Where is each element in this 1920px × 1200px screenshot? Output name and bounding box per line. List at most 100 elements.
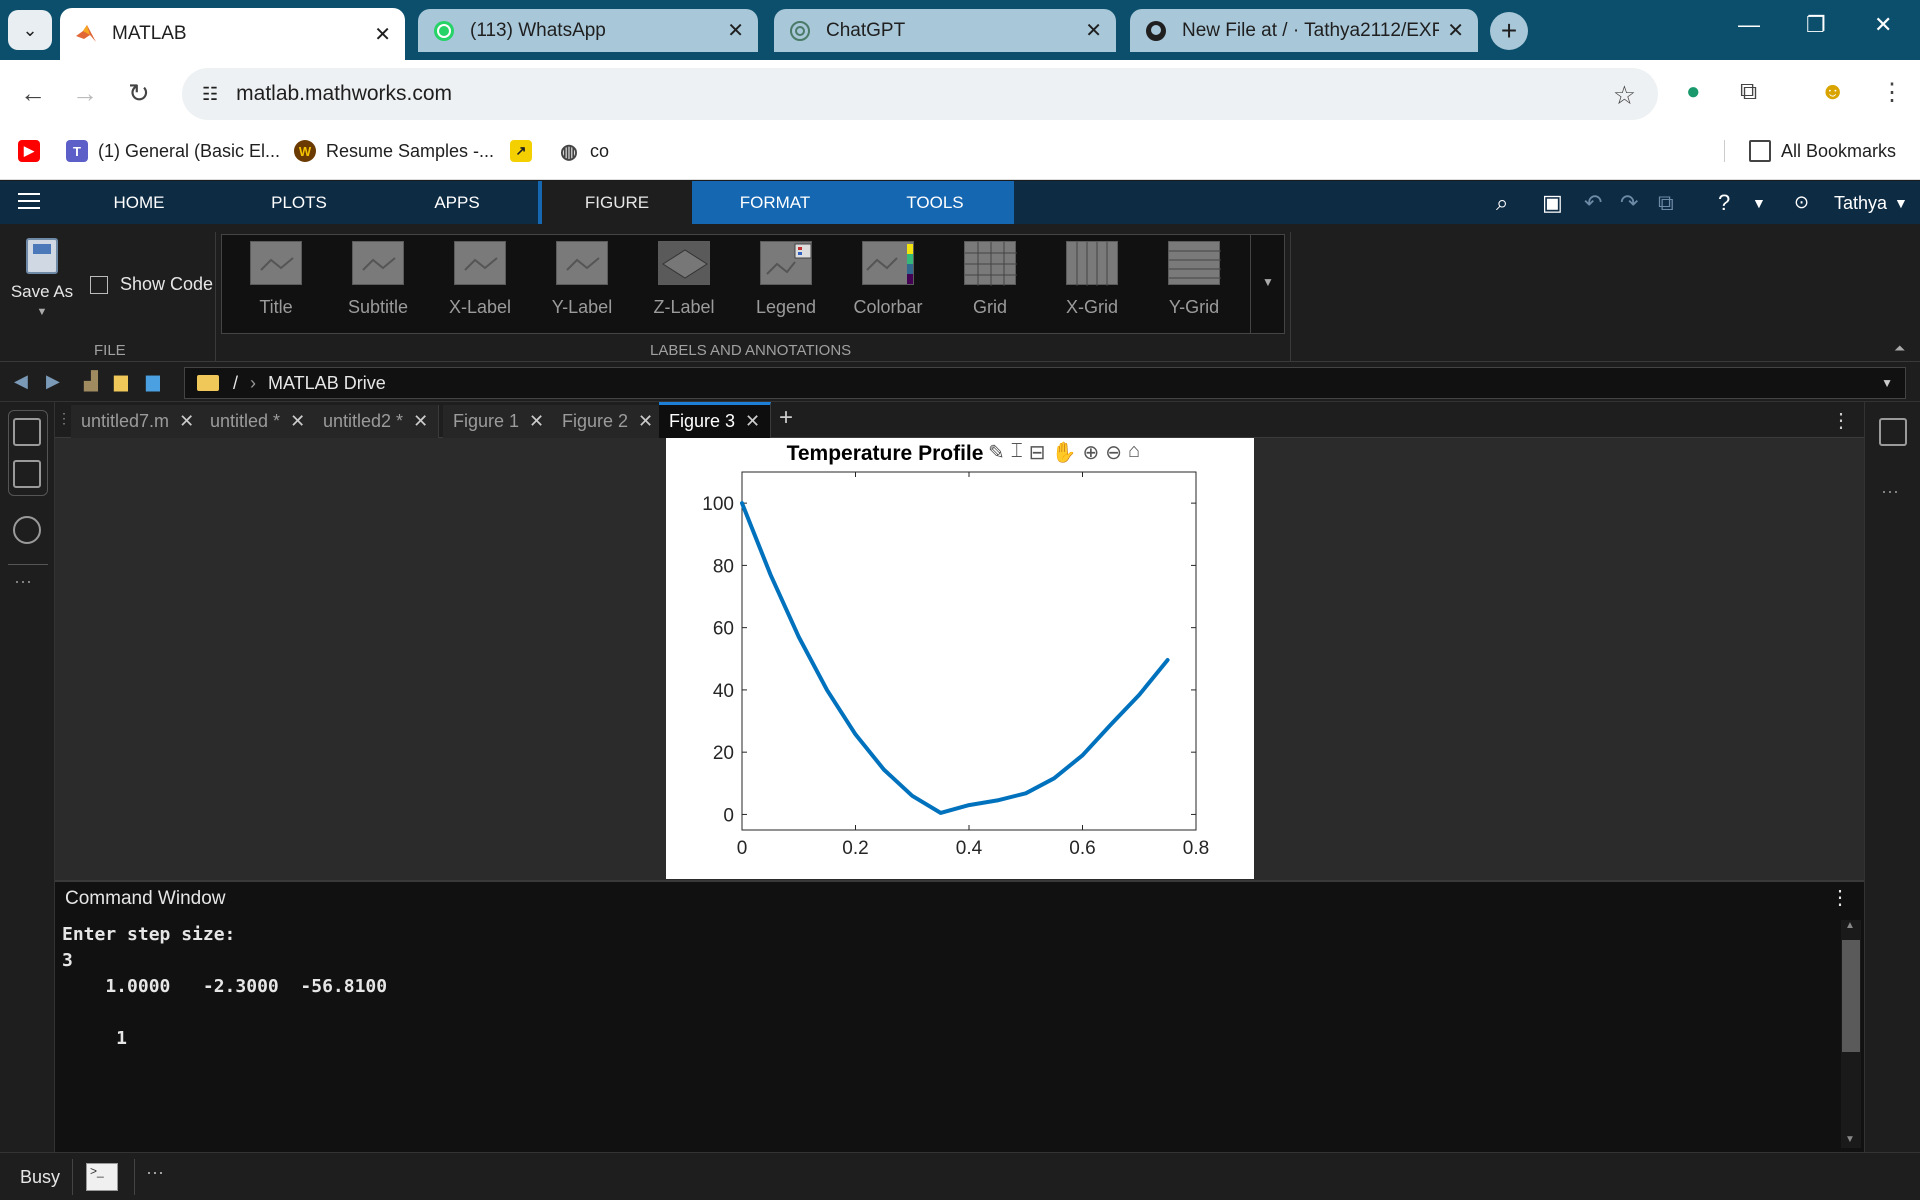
doc-tab-figure1[interactable]: Figure 1 ✕ xyxy=(443,405,556,438)
gallery-expand-icon[interactable]: ▼ xyxy=(1262,275,1274,289)
browser-tab-github[interactable]: New File at / · Tathya2112/EXP1 ✕ xyxy=(1130,9,1478,52)
gallery-xlabel[interactable]: X-Label xyxy=(432,241,528,318)
close-icon[interactable]: ✕ xyxy=(290,411,305,432)
save-icon[interactable]: ▣ xyxy=(1542,190,1563,216)
find-files-icon[interactable] xyxy=(13,516,41,544)
browser-tab-chatgpt[interactable]: ChatGPT ✕ xyxy=(774,9,1116,52)
all-bookmarks[interactable]: All Bookmarks xyxy=(1724,140,1896,162)
hamburger-menu-icon[interactable] xyxy=(18,193,40,211)
gallery-legend[interactable]: Legend xyxy=(738,241,834,318)
gallery-title[interactable]: Title xyxy=(228,241,324,318)
close-icon[interactable]: ✕ xyxy=(179,411,194,432)
reload-icon[interactable]: ↻ xyxy=(128,78,150,109)
close-icon[interactable]: ✕ xyxy=(638,411,653,432)
bookmark-teams[interactable]: T (1) General (Basic El... xyxy=(66,140,280,162)
more-vertical-icon[interactable]: ⋮ xyxy=(1880,78,1904,107)
bookmark-arrow[interactable]: ↗ xyxy=(510,140,542,162)
extensions-icon[interactable]: ⧉ xyxy=(1740,78,1757,106)
tab-search-button[interactable]: ⌄ xyxy=(8,10,52,50)
command-window[interactable] xyxy=(55,916,1864,1152)
profile-avatar[interactable]: ☻ xyxy=(1820,78,1845,106)
drag-handle-icon[interactable]: ⋮ xyxy=(57,410,71,427)
new-tab-button[interactable]: + xyxy=(1490,12,1528,50)
help-icon[interactable]: ? xyxy=(1718,190,1730,216)
path-folder[interactable]: MATLAB Drive xyxy=(268,373,386,394)
browse-folder-icon[interactable]: ▆ xyxy=(114,371,128,392)
close-window-icon[interactable]: ✕ xyxy=(1874,12,1892,38)
restore-icon[interactable]: ❐ xyxy=(1806,12,1826,38)
chevron-down-icon[interactable]: ▼ xyxy=(1894,195,1908,211)
doc-tab-figure2[interactable]: Figure 2 ✕ xyxy=(552,405,665,438)
brush-icon[interactable]: ✎ xyxy=(988,440,1005,465)
home-icon[interactable]: ⌂ xyxy=(1128,440,1140,465)
code-issues-icon[interactable] xyxy=(1879,418,1907,446)
save-as-button[interactable]: Save As ▼ xyxy=(10,238,74,318)
grammarly-icon[interactable]: ● xyxy=(1686,78,1701,106)
bookmark-star-icon[interactable]: ☆ xyxy=(1613,80,1636,111)
chevron-down-icon[interactable]: ▼ xyxy=(1881,376,1893,390)
undo-icon[interactable]: ↶ xyxy=(1584,190,1602,216)
files-icon[interactable] xyxy=(13,418,41,446)
data-tips-icon[interactable]: ⌶ xyxy=(1011,440,1023,465)
gallery-ylabel[interactable]: Y-Label xyxy=(534,241,630,318)
more-vertical-icon[interactable]: ⋮ xyxy=(1830,885,1850,910)
gallery-grid[interactable]: Grid xyxy=(942,241,1038,318)
gallery-colorbar[interactable]: Colorbar xyxy=(840,241,936,318)
pan-hand-icon[interactable]: ✋ xyxy=(1052,440,1077,465)
scroll-up-icon[interactable]: ▲ xyxy=(1845,920,1855,931)
path-root[interactable]: / xyxy=(233,373,238,394)
path-field[interactable]: / › MATLAB Drive ▼ xyxy=(184,367,1906,399)
bookmark-co[interactable]: ◍ co xyxy=(558,140,609,163)
chevron-down-icon[interactable]: ▼ xyxy=(1752,195,1766,211)
more-vertical-icon[interactable]: ⋮ xyxy=(1831,408,1851,433)
command-prompt-icon[interactable]: >_ xyxy=(86,1163,118,1191)
close-icon[interactable]: ✕ xyxy=(529,411,544,432)
close-icon[interactable]: ✕ xyxy=(1447,18,1464,43)
doc-tab-untitled[interactable]: untitled * ✕ xyxy=(200,405,317,438)
notification-icon[interactable]: ⊙ xyxy=(1794,192,1809,213)
doc-tab-untitled7[interactable]: untitled7.m ✕ xyxy=(71,405,206,438)
window-layout-icon[interactable]: ⧉ xyxy=(1658,190,1674,216)
up-folder-icon[interactable]: ▟ xyxy=(84,371,98,392)
close-icon[interactable]: ✕ xyxy=(413,411,428,432)
temperature-chart[interactable]: Temperature Profile 0 0.2 0.4 0.6 0.8 0 20 40 60 8… xyxy=(666,438,1254,879)
site-settings-icon[interactable]: ☷ xyxy=(202,84,218,105)
show-code-checkbox[interactable]: Show Code xyxy=(90,274,213,295)
close-icon[interactable]: ✕ xyxy=(374,22,391,47)
more-horizontal-icon[interactable]: ⋯ xyxy=(14,572,32,593)
gallery-zlabel[interactable]: Z-Label xyxy=(636,241,732,318)
gallery-subtitle[interactable]: Subtitle xyxy=(330,241,426,318)
doc-tab-untitled2[interactable]: untitled2 * ✕ xyxy=(313,405,440,438)
tab-home[interactable]: HOME xyxy=(96,181,182,224)
cloud-folder-icon[interactable]: ▆ xyxy=(146,371,160,392)
workspace-icon[interactable] xyxy=(13,460,41,488)
add-tab-icon[interactable]: + xyxy=(779,404,793,432)
scrollbar-thumb[interactable] xyxy=(1842,940,1860,1052)
browser-tab-matlab[interactable]: MATLAB ✕ xyxy=(60,8,405,60)
tab-plots[interactable]: PLOTS xyxy=(252,181,346,224)
minimize-icon[interactable]: — xyxy=(1738,12,1760,38)
tab-format[interactable]: FORMAT xyxy=(720,181,830,224)
more-horizontal-icon[interactable]: ⋯ xyxy=(1881,482,1899,503)
tab-tools[interactable]: TOOLS xyxy=(880,181,990,224)
redo-icon[interactable]: ↷ xyxy=(1620,190,1638,216)
gallery-xgrid[interactable]: X-Grid xyxy=(1044,241,1140,318)
export-icon[interactable]: ⊟ xyxy=(1029,440,1046,465)
zoom-in-icon[interactable]: ⊕ xyxy=(1082,440,1099,465)
close-icon[interactable]: ✕ xyxy=(1085,18,1102,43)
more-horizontal-icon[interactable]: ⋯ xyxy=(146,1163,164,1184)
forward-icon[interactable]: → xyxy=(72,78,98,109)
tab-figure[interactable]: FIGURE xyxy=(542,181,692,224)
forward-icon[interactable]: ▶ xyxy=(46,371,60,392)
doc-tab-figure3[interactable]: Figure 3 ✕ xyxy=(659,402,772,438)
search-icon[interactable]: ⌕ xyxy=(1496,190,1508,216)
gallery-ygrid[interactable]: Y-Grid xyxy=(1146,241,1242,318)
tab-apps[interactable]: APPS xyxy=(414,181,500,224)
back-icon[interactable]: ← xyxy=(20,78,46,109)
bookmark-resume[interactable]: W Resume Samples -... xyxy=(294,140,494,162)
close-icon[interactable]: ✕ xyxy=(745,411,760,432)
user-menu[interactable]: Tathya xyxy=(1834,193,1887,214)
checkbox-box[interactable] xyxy=(90,275,108,294)
address-bar[interactable]: ☷ matlab.mathworks.com ☆ xyxy=(182,68,1658,120)
bookmark-youtube[interactable]: ▶ xyxy=(18,140,50,162)
